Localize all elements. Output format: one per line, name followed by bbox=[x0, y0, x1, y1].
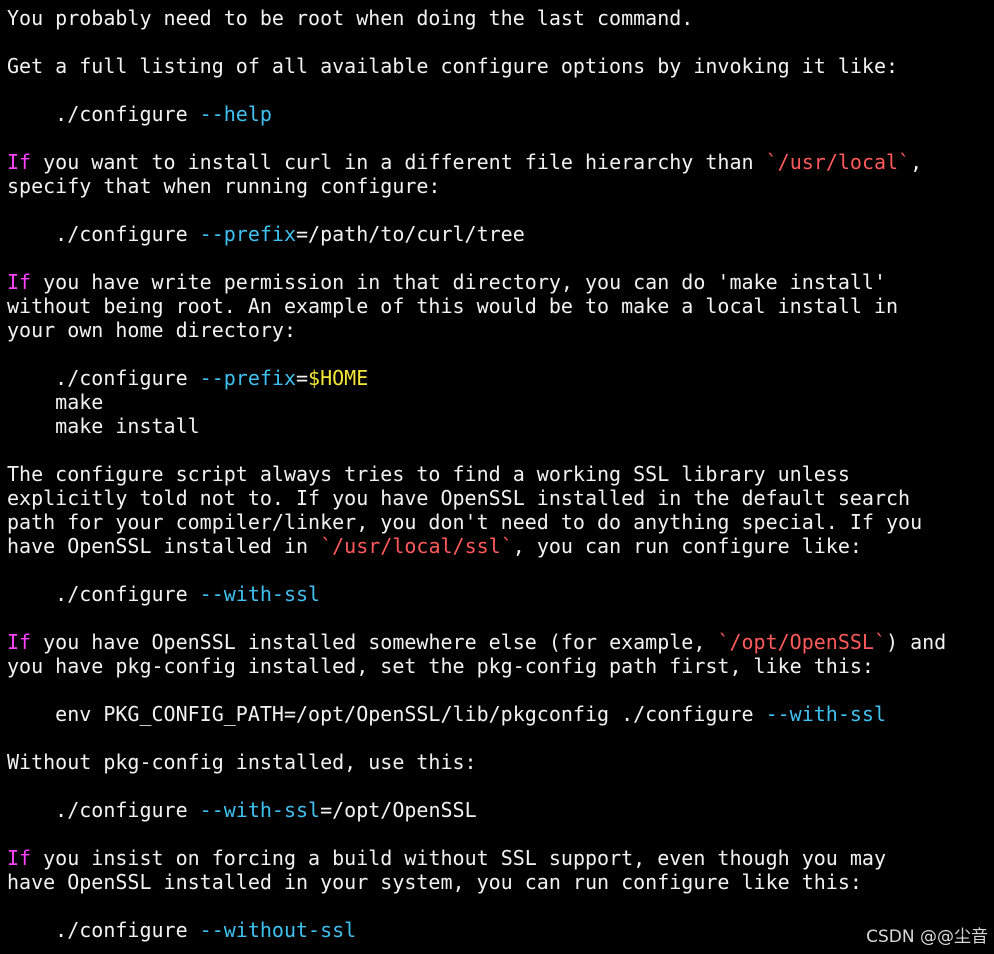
terminal-text-keyword: If bbox=[7, 150, 32, 174]
terminal-line: your own home directory: bbox=[7, 318, 994, 342]
terminal-line: without being root. An example of this w… bbox=[7, 294, 994, 318]
terminal-line: have OpenSSL installed in `/usr/local/ss… bbox=[7, 534, 994, 558]
terminal-line: have OpenSSL installed in your system, y… bbox=[7, 870, 994, 894]
terminal-text-option: --with-ssl bbox=[199, 798, 321, 822]
csdn-watermark: CSDN @@尘音 bbox=[866, 927, 988, 947]
terminal-line: ./configure --prefix=/path/to/curl/tree bbox=[7, 222, 994, 246]
terminal-text-plain: ./configure bbox=[7, 918, 200, 942]
terminal-text-plain: =/opt/OpenSSL bbox=[320, 798, 477, 822]
terminal-text-plain: ) and bbox=[886, 630, 947, 654]
terminal-text-plain: explicitly told not to. If you have Open… bbox=[7, 486, 911, 510]
terminal-text-plain: Get a full listing of all available conf… bbox=[7, 54, 899, 78]
terminal-line: env PKG_CONFIG_PATH=/opt/OpenSSL/lib/pkg… bbox=[7, 702, 994, 726]
terminal-line: you have pkg-config installed, set the p… bbox=[7, 654, 994, 678]
terminal-text-plain: ./configure bbox=[7, 366, 200, 390]
terminal-text-plain: , you can run configure like: bbox=[512, 534, 862, 558]
terminal-line: ./configure --without-ssl bbox=[7, 918, 994, 942]
terminal-text-keyword: If bbox=[7, 846, 32, 870]
terminal-line: If you insist on forcing a build without… bbox=[7, 846, 994, 870]
terminal-text-plain: have OpenSSL installed in your system, y… bbox=[7, 870, 862, 894]
terminal-text-plain: , bbox=[910, 150, 923, 174]
terminal-line: The configure script always tries to fin… bbox=[7, 462, 994, 486]
terminal-text-plain: have OpenSSL installed in bbox=[7, 534, 321, 558]
terminal-line: Get a full listing of all available conf… bbox=[7, 54, 994, 78]
terminal-line: explicitly told not to. If you have Open… bbox=[7, 486, 994, 510]
terminal-line: ./configure --help bbox=[7, 102, 994, 126]
terminal-line: You probably need to be root when doing … bbox=[7, 6, 994, 30]
terminal-text-plain: make bbox=[7, 390, 104, 414]
terminal-line: If you want to install curl in a differe… bbox=[7, 150, 994, 174]
terminal-line: If you have write permission in that dir… bbox=[7, 270, 994, 294]
terminal-text-plain: ./configure bbox=[7, 798, 200, 822]
terminal-line: Without pkg-config installed, use this: bbox=[7, 750, 994, 774]
terminal-text-plain: =/path/to/curl/tree bbox=[295, 222, 525, 246]
terminal-text-plain: env PKG_CONFIG_PATH=/opt/OpenSSL/lib/pkg… bbox=[7, 702, 766, 726]
terminal-line: ./configure --with-ssl bbox=[7, 582, 994, 606]
terminal-text-plain: ./configure bbox=[7, 102, 200, 126]
terminal-text-option: --prefix bbox=[199, 366, 296, 390]
terminal-text-plain: make install bbox=[7, 414, 200, 438]
terminal-text-plain: you want to install curl in a different … bbox=[31, 150, 766, 174]
terminal-text-plain: without being root. An example of this w… bbox=[7, 294, 899, 318]
terminal-text-plain: you insist on forcing a build without SS… bbox=[31, 846, 887, 870]
terminal-text-plain: specify that when running configure: bbox=[7, 174, 441, 198]
terminal-text-option: --with-ssl bbox=[765, 702, 887, 726]
terminal-text-plain: ./configure bbox=[7, 222, 200, 246]
terminal-text-plain: you have pkg-config installed, set the p… bbox=[7, 654, 874, 678]
terminal-text-option: --prefix bbox=[199, 222, 296, 246]
terminal-text-option: --without-ssl bbox=[199, 918, 357, 942]
terminal-line: ./configure --prefix=$HOME bbox=[7, 366, 994, 390]
terminal-text-path: `/usr/local` bbox=[765, 150, 911, 174]
terminal-text-keyword: If bbox=[7, 270, 32, 294]
terminal-text-plain: = bbox=[295, 366, 309, 390]
terminal-text-path: `/usr/local/ssl` bbox=[320, 534, 513, 558]
terminal-text-option: --help bbox=[199, 102, 272, 126]
terminal-line: make install bbox=[7, 414, 994, 438]
terminal-text-option: --with-ssl bbox=[199, 582, 321, 606]
terminal-text-keyword: If bbox=[7, 630, 32, 654]
terminal-line: make bbox=[7, 390, 994, 414]
terminal-text-plain: you have OpenSSL installed somewhere els… bbox=[31, 630, 718, 654]
terminal-text-plain: Without pkg-config installed, use this: bbox=[7, 750, 477, 774]
terminal-line: ./configure --with-ssl=/opt/OpenSSL bbox=[7, 798, 994, 822]
terminal-text-plain: your own home directory: bbox=[7, 318, 296, 342]
terminal-line: path for your compiler/linker, you don't… bbox=[7, 510, 994, 534]
terminal-line: specify that when running configure: bbox=[7, 174, 994, 198]
terminal-text-plain: you have write permission in that direct… bbox=[31, 270, 887, 294]
terminal-text-variable: $HOME bbox=[308, 366, 369, 390]
terminal-text-plain: path for your compiler/linker, you don't… bbox=[7, 510, 923, 534]
terminal-text-plain: You probably need to be root when doing … bbox=[7, 6, 694, 30]
terminal-text-plain: The configure script always tries to fin… bbox=[7, 462, 850, 486]
terminal-output: You probably need to be root when doing … bbox=[0, 0, 994, 954]
terminal-line: If you have OpenSSL installed somewhere … bbox=[7, 630, 994, 654]
terminal-text-path: `/opt/OpenSSL` bbox=[717, 630, 887, 654]
terminal-text-plain: ./configure bbox=[7, 582, 200, 606]
